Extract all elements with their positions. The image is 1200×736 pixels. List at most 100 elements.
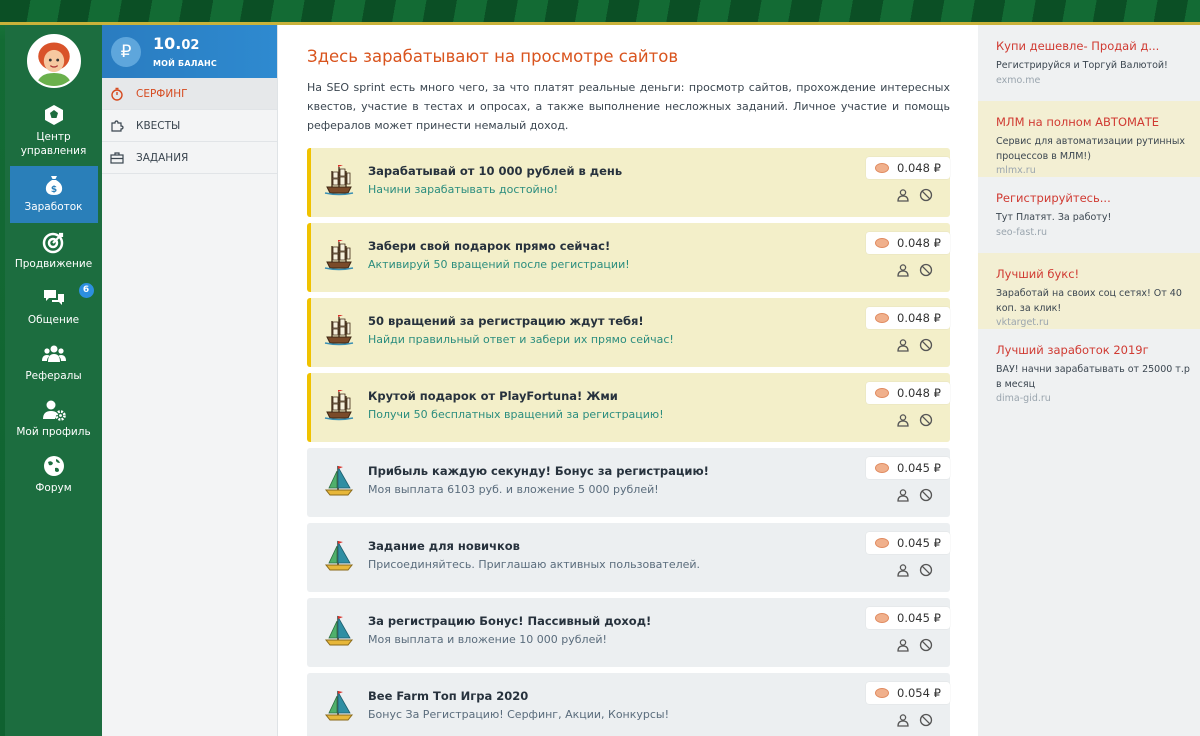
balance-panel[interactable]: ₽ 10.02 МОЙ БАЛАНС bbox=[102, 25, 277, 78]
task-subtitle: Начини зарабатывать достойно! bbox=[368, 182, 559, 196]
task-price-value: 0.048 ₽ bbox=[897, 386, 941, 400]
task-row[interactable]: Задание для новичков Присоединяйтесь. Пр… bbox=[307, 523, 950, 592]
task-title: Крутой подарок от PlayFortuna! Жми bbox=[368, 388, 618, 403]
sidebar-item-referrals[interactable]: Рефералы bbox=[10, 335, 98, 391]
task-text: 50 вращений за регистрацию ждут тебя! На… bbox=[368, 314, 674, 346]
task-text: Bee Farm Топ Игра 2020 Бонус За Регистра… bbox=[368, 689, 670, 721]
ad-text: Тут Платят. За работу! bbox=[996, 212, 1112, 223]
task-price: 0.048 ₽ bbox=[866, 232, 950, 254]
task-actions bbox=[896, 488, 933, 502]
user-icon[interactable] bbox=[896, 413, 910, 427]
sidebar-item-label: Форум bbox=[35, 482, 72, 495]
task-price: 0.048 ₽ bbox=[866, 382, 950, 404]
ad-text: ВАУ! начни зарабатывать от 25000 т.р в м… bbox=[996, 364, 1190, 390]
user-icon[interactable] bbox=[896, 638, 910, 652]
task-price: 0.045 ₽ bbox=[866, 457, 950, 479]
ad-title[interactable]: Лучший букс! bbox=[996, 267, 1190, 281]
task-actions bbox=[896, 413, 933, 427]
sub-sidebar: ₽ 10.02 МОЙ БАЛАНС СЕРФИНГ КВЕСТЫ ЗАДАНИ… bbox=[102, 25, 278, 736]
sidebar-item-profile[interactable]: Мой профиль bbox=[10, 391, 98, 447]
task-title: 50 вращений за регистрацию ждут тебя! bbox=[368, 313, 644, 328]
subnav-item-label: СЕРФИНГ bbox=[136, 87, 188, 100]
coin-icon bbox=[875, 463, 889, 473]
sidebar-item-earnings[interactable]: $ Заработок bbox=[9, 166, 98, 223]
task-row[interactable]: Крутой подарок от PlayFortuna! Жми Получ… bbox=[307, 373, 950, 442]
sidebar-item-forum[interactable]: Форум bbox=[10, 447, 98, 503]
task-text: Прибыль каждую секунду! Бонус за регистр… bbox=[368, 464, 709, 496]
user-icon[interactable] bbox=[896, 563, 910, 577]
coin-icon bbox=[875, 538, 889, 548]
block-icon[interactable] bbox=[919, 188, 933, 202]
task-price-value: 0.045 ₽ bbox=[897, 536, 941, 550]
task-row[interactable]: Bee Farm Топ Игра 2020 Бонус За Регистра… bbox=[307, 673, 950, 736]
subnav-item-surfing[interactable]: СЕРФИНГ bbox=[102, 78, 277, 110]
ad-text: Сервис для автоматизации рутинных процес… bbox=[996, 136, 1185, 162]
task-actions bbox=[896, 713, 933, 727]
subnav-item-tasks[interactable]: ЗАДАНИЯ bbox=[102, 142, 277, 174]
user-icon[interactable] bbox=[896, 188, 910, 202]
subnav-item-quests[interactable]: КВЕСТЫ bbox=[102, 110, 277, 142]
main-content: Здесь зарабатывают на просмотре сайтов Н… bbox=[278, 25, 978, 736]
task-title: Прибыль каждую секунду! Бонус за регистр… bbox=[368, 463, 709, 478]
coin-icon bbox=[875, 388, 889, 398]
task-row[interactable]: Забери свой подарок прямо сейчас! Активи… bbox=[307, 223, 950, 292]
sidebar-item-label: Продвижение bbox=[14, 257, 93, 270]
ad-block[interactable]: Лучший букс! Заработай на своих соц сетя… bbox=[978, 253, 1200, 329]
user-gear-icon bbox=[42, 400, 66, 421]
balance-label: МОЙ БАЛАНС bbox=[153, 58, 217, 68]
task-price-value: 0.045 ₽ bbox=[897, 611, 941, 625]
ship-icon bbox=[324, 389, 354, 420]
block-icon[interactable] bbox=[919, 638, 933, 652]
block-icon[interactable] bbox=[919, 263, 933, 277]
ad-url: seo-fast.ru bbox=[996, 226, 1047, 238]
user-icon[interactable] bbox=[896, 263, 910, 277]
sidebar-item-promotion[interactable]: Продвижение bbox=[10, 223, 98, 279]
block-icon[interactable] bbox=[919, 338, 933, 352]
ruble-icon: ₽ bbox=[111, 36, 141, 67]
coin-icon bbox=[875, 613, 889, 623]
users-icon bbox=[41, 345, 66, 362]
task-title: Зарабатывай от 10 000 рублей в день bbox=[368, 163, 623, 178]
block-icon[interactable] bbox=[919, 563, 933, 577]
background-stripe bbox=[0, 0, 1200, 22]
user-icon[interactable] bbox=[896, 338, 910, 352]
sailboat-icon bbox=[324, 464, 354, 495]
block-icon[interactable] bbox=[919, 488, 933, 502]
ad-block[interactable]: Купи дешевле- Продай д... Регистрируйся … bbox=[978, 25, 1200, 101]
user-icon[interactable] bbox=[896, 488, 910, 502]
task-text: За регистрацию Бонус! Пассивный доход! М… bbox=[368, 614, 651, 646]
sidebar-item-label: Центр управления bbox=[20, 131, 87, 158]
ad-title[interactable]: Купи дешевле- Продай д... bbox=[996, 39, 1190, 53]
task-title: За регистрацию Бонус! Пассивный доход! bbox=[368, 613, 652, 628]
task-row[interactable]: За регистрацию Бонус! Пассивный доход! М… bbox=[307, 598, 950, 667]
coin-icon bbox=[875, 163, 889, 173]
task-subtitle: Присоединяйтесь. Приглашаю активных поль… bbox=[368, 557, 701, 571]
task-subtitle: Моя выплата 6103 руб. и вложение 5 000 р… bbox=[368, 482, 659, 496]
block-icon[interactable] bbox=[919, 713, 933, 727]
left-sidebar: Центр управления $ Заработок Продвижение bbox=[5, 25, 102, 736]
task-row[interactable]: Прибыль каждую секунду! Бонус за регистр… bbox=[307, 448, 950, 517]
ad-title[interactable]: Регистрируйтесь... bbox=[996, 191, 1190, 205]
task-row[interactable]: 50 вращений за регистрацию ждут тебя! На… bbox=[307, 298, 950, 367]
ad-block[interactable]: Регистрируйтесь... Тут Платят. За работу… bbox=[978, 177, 1200, 253]
sidebar-item-messages[interactable]: Общение 6 bbox=[10, 279, 98, 335]
ad-url: exmo.me bbox=[996, 74, 1041, 86]
task-row[interactable]: Зарабатывай от 10 000 рублей в день Начи… bbox=[307, 148, 950, 217]
block-icon[interactable] bbox=[919, 413, 933, 427]
task-price-value: 0.048 ₽ bbox=[897, 236, 941, 250]
user-icon[interactable] bbox=[896, 713, 910, 727]
avatar[interactable] bbox=[26, 34, 81, 88]
task-text: Зарабатывай от 10 000 рублей в день Начи… bbox=[368, 164, 622, 196]
ad-block[interactable]: МЛМ на полном АВТОМАТЕ Сервис для автома… bbox=[978, 101, 1200, 177]
task-price: 0.054 ₽ bbox=[866, 682, 950, 704]
page-intro: На SEO sprint есть много чего, за что пл… bbox=[307, 81, 950, 132]
task-text: Забери свой подарок прямо сейчас! Активи… bbox=[368, 239, 630, 271]
ad-title[interactable]: Лучший заработок 2019г bbox=[996, 343, 1190, 357]
balance-amount: 10.02 bbox=[153, 35, 217, 53]
ad-block[interactable]: Лучший заработок 2019г ВАУ! начни зараба… bbox=[978, 329, 1200, 405]
balance-amount-frac: 02 bbox=[181, 38, 200, 54]
task-actions bbox=[896, 638, 933, 652]
task-subtitle: Бонус За Регистрацию! Серфинг, Акции, Ко… bbox=[368, 707, 670, 721]
sidebar-item-control-center[interactable]: Центр управления bbox=[10, 96, 98, 166]
ad-title[interactable]: МЛМ на полном АВТОМАТЕ bbox=[996, 115, 1190, 129]
